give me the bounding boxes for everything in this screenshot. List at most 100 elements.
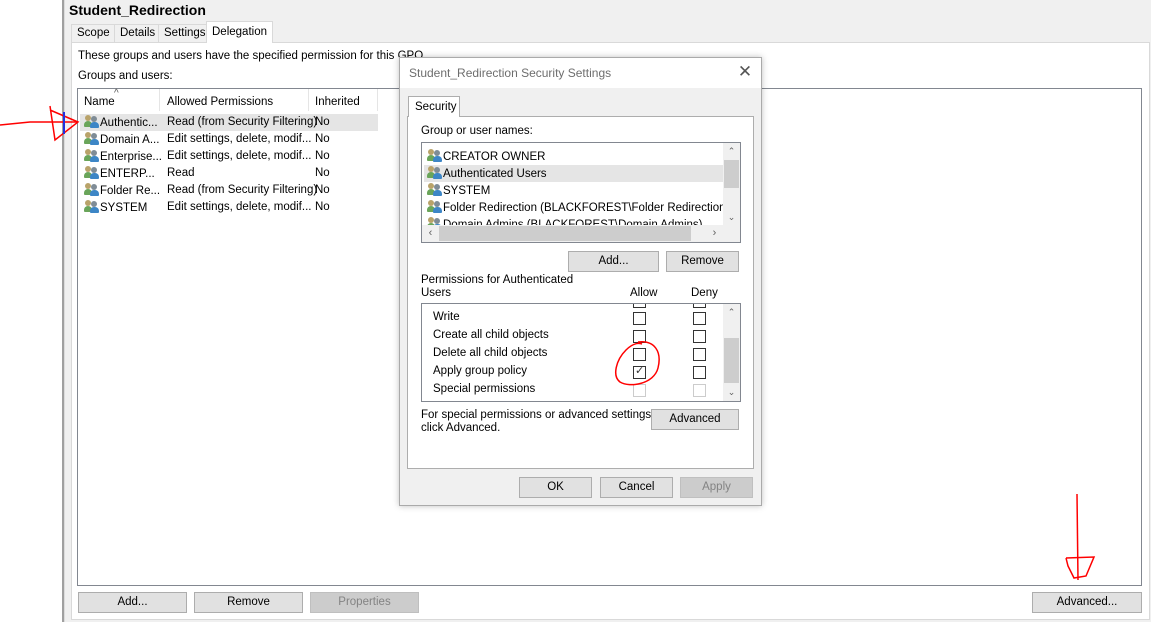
permissions-for-label-line1: Permissions for Authenticated (421, 274, 574, 286)
row-permissions: Edit settings, delete, modif... (167, 201, 312, 213)
table-row[interactable]: Folder Re... Read (from Security Filterin… (80, 182, 378, 199)
permissions-scroll-thumb[interactable] (724, 338, 739, 383)
users-hscroll-thumb[interactable] (439, 226, 691, 241)
user-name: Folder Redirection (BLACKFOREST\Folder R… (443, 202, 730, 214)
row-name: Folder Re... (100, 185, 161, 197)
column-header-allowed-permissions[interactable]: Allowed Permissions (161, 89, 309, 111)
gpo-title: Student_Redirection (69, 2, 206, 18)
user-name: SYSTEM (443, 185, 491, 197)
permission-row: Write (422, 310, 722, 328)
row-name: ENTERP... (100, 168, 155, 180)
permissions-vertical-scrollbar[interactable]: ⌃ ⌄ (723, 304, 740, 401)
deny-checkbox-partial[interactable] (693, 304, 706, 308)
allow-checkbox[interactable]: ✓ (633, 365, 646, 379)
group-icon (427, 199, 443, 213)
dialog-advanced-button[interactable]: Advanced (651, 409, 739, 430)
close-icon[interactable]: ✕ (737, 63, 753, 81)
users-horizontal-scrollbar[interactable]: ‹ › (422, 225, 740, 242)
permission-name: Apply group policy (433, 365, 527, 377)
users-vertical-scrollbar[interactable]: ⌃ ⌄ (723, 143, 740, 226)
dialog-titlebar[interactable]: Student_Redirection Security Settings ✕ (400, 58, 761, 88)
row-name-cell: Enterprise... (84, 148, 162, 166)
allow-checkbox[interactable] (633, 330, 646, 343)
users-scroll-thumb[interactable] (724, 160, 739, 188)
add-button[interactable]: Add... (78, 592, 187, 613)
group-icon (84, 114, 100, 128)
permissions-list[interactable]: Write Create all child objects Delete all … (421, 303, 741, 402)
perm-scroll-up-icon[interactable]: ⌃ (723, 304, 740, 321)
scroll-right-icon[interactable]: › (706, 225, 723, 242)
deny-checkbox[interactable] (693, 330, 706, 343)
row-inherited: No (315, 201, 330, 213)
perm-scroll-down-icon[interactable]: ⌄ (723, 384, 740, 401)
table-row[interactable]: ENTERP... Read No (80, 165, 378, 182)
group-icon (84, 131, 100, 145)
row-name: Domain A... (100, 134, 160, 146)
permission-row: Special permissions (422, 382, 722, 400)
permission-row: Create all child objects (422, 328, 722, 346)
user-name: Authenticated Users (443, 168, 547, 180)
table-row[interactable]: Domain A... Edit settings, delete, modif.… (80, 131, 378, 148)
table-row[interactable]: Enterprise... Edit settings, delete, modi… (80, 148, 378, 165)
row-inherited: No (315, 167, 330, 179)
group-or-user-names-label: Group or user names: (421, 125, 533, 137)
allow-checkbox[interactable] (633, 384, 646, 397)
column-header-name[interactable]: Name ^ (78, 88, 160, 111)
apply-button[interactable]: Apply (680, 477, 753, 498)
allow-checkbox-partial[interactable] (633, 304, 646, 308)
allow-column-header: Allow (630, 287, 658, 299)
scroll-left-icon[interactable]: ‹ (422, 225, 439, 242)
advanced-button[interactable]: Advanced... (1032, 592, 1142, 613)
row-name: Enterprise... (100, 151, 162, 163)
deny-checkbox[interactable] (693, 384, 706, 397)
list-item[interactable]: Folder Redirection (BLACKFOREST\Folder R… (424, 199, 729, 216)
row-name: Authentic... (100, 117, 158, 129)
group-icon (84, 199, 100, 213)
group-icon (427, 182, 443, 196)
list-item[interactable]: Authenticated Users (424, 165, 723, 182)
properties-button[interactable]: Properties (310, 592, 419, 613)
permissions-for-label-line2: Users (421, 287, 452, 299)
row-permissions: Read (167, 167, 195, 179)
list-item[interactable]: CREATOR OWNER (424, 148, 723, 165)
user-name: CREATOR OWNER (443, 151, 546, 163)
dialog-add-button[interactable]: Add... (568, 251, 659, 272)
deny-column-header: Deny (691, 287, 718, 299)
list-item[interactable]: SYSTEM (424, 182, 723, 199)
row-permissions: Edit settings, delete, modif... (167, 150, 312, 162)
row-name-cell: Folder Re... (84, 182, 160, 200)
row-permissions: Read (from Security Filtering) (167, 116, 318, 128)
ok-button[interactable]: OK (519, 477, 592, 498)
deny-checkbox[interactable] (693, 366, 706, 379)
tab-security[interactable]: Security (408, 96, 460, 117)
row-name-cell: ENTERP... (84, 165, 155, 183)
delegation-description: These groups and users have the specifie… (78, 50, 424, 62)
table-row[interactable]: SYSTEM Edit settings, delete, modif... No (80, 199, 378, 216)
tab-settings[interactable]: Settings (158, 24, 212, 42)
allow-checkbox[interactable] (633, 348, 646, 361)
deny-checkbox[interactable] (693, 348, 706, 361)
security-settings-dialog: Student_Redirection Security Settings ✕ … (399, 57, 762, 506)
allow-checkbox[interactable] (633, 312, 646, 325)
remove-button[interactable]: Remove (194, 592, 303, 613)
groups-and-users-label: Groups and users: (78, 70, 173, 82)
row-name-cell: Domain A... (84, 131, 159, 149)
dialog-title: Student_Redirection Security Settings (409, 66, 612, 80)
row-inherited: No (315, 116, 330, 128)
permission-name: Special permissions (433, 383, 536, 395)
tab-details[interactable]: Details (114, 24, 162, 42)
permission-name: Write (433, 311, 460, 323)
cancel-button[interactable]: Cancel (600, 477, 673, 498)
tab-delegation[interactable]: Delegation (206, 21, 273, 43)
group-or-user-names-list[interactable]: CREATOR OWNER Authenticated Users SYSTEM Fo… (421, 142, 741, 243)
dialog-remove-button[interactable]: Remove (666, 251, 739, 272)
sort-ascending-icon: ^ (114, 88, 119, 99)
column-header-inherited[interactable]: Inherited (309, 89, 378, 111)
table-row[interactable]: Authentic... Read (from Security Filterin… (80, 114, 378, 131)
scroll-up-icon[interactable]: ⌃ (723, 143, 740, 160)
scroll-down-icon[interactable]: ⌄ (723, 209, 740, 226)
tab-scope[interactable]: Scope (71, 24, 116, 42)
row-inherited: No (315, 150, 330, 162)
group-icon (427, 165, 443, 179)
deny-checkbox[interactable] (693, 312, 706, 325)
